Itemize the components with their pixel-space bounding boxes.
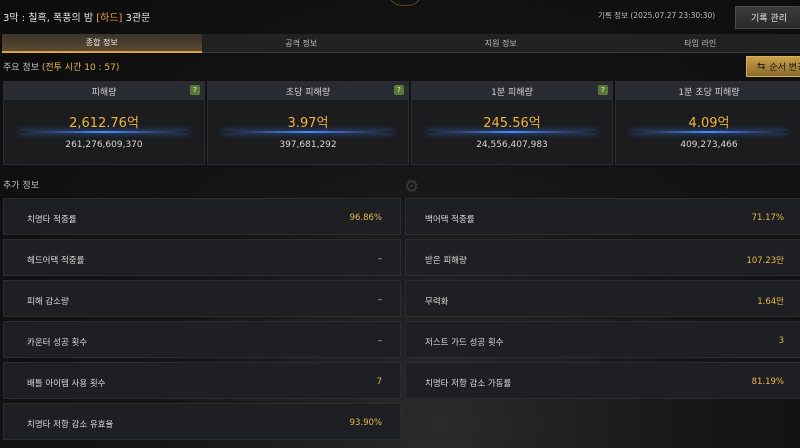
stat-row: 배틀 아이템 사용 횟수 7 — [3, 362, 401, 399]
stat-value: 81.19% — [751, 377, 784, 387]
stat-row: 무력화 1.64만 — [405, 280, 800, 317]
card-title: 피해량 — [91, 87, 117, 98]
card-title: 1분 피해량 — [491, 87, 533, 98]
difficulty-label: [하드] — [96, 13, 123, 24]
stat-label: 헤드어택 적중률 — [27, 256, 85, 266]
card-value: 245.56억 — [483, 116, 541, 131]
stat-label: 치명타 저항 감소 유효율 — [27, 420, 114, 430]
stat-card-damage: 피해량 ? 2,612.76억 261,276,609,370 — [3, 81, 205, 165]
stat-row: 백어택 적중률 71.17% — [405, 198, 800, 235]
stat-row: 저스트 가드 성공 횟수 3 — [405, 321, 800, 358]
extra-info-label: 추가 정보 — [3, 181, 39, 191]
top-bar: 3막 : 칠흑, 폭풍의 밤 [하드] 3관문 기록 정보 (2025.07.2… — [0, 0, 800, 31]
card-detail: 24,556,407,983 — [476, 140, 548, 150]
stat-row: 받은 피해량 107.23만 — [405, 239, 800, 276]
battle-time: (전투 시간 10 : 57) — [41, 63, 120, 73]
question-icon[interactable]: ? — [598, 85, 608, 95]
stat-row: 헤드어택 적중률 – — [3, 239, 401, 276]
tab-timeline[interactable]: 타임 라인 — [600, 34, 800, 53]
stat-label: 저스트 가드 성공 횟수 — [425, 338, 504, 348]
card-title: 1분 초당 피해량 — [678, 87, 740, 98]
stat-label: 받은 피해량 — [425, 256, 467, 266]
stat-card-dps: 초당 피해량 ? 3.97억 397,681,292 — [207, 81, 409, 165]
glow-line — [631, 131, 787, 133]
card-detail: 397,681,292 — [279, 140, 337, 150]
order-change-button[interactable]: ⇆ 순서 변경 — [746, 56, 800, 77]
stat-value: 93.90% — [349, 418, 382, 428]
stat-value: 1.64만 — [757, 297, 784, 307]
stat-label: 카운터 성공 횟수 — [27, 338, 88, 348]
stat-label: 치명타 적중률 — [27, 215, 77, 225]
question-icon[interactable]: ? — [394, 85, 404, 95]
stat-value: – — [377, 254, 382, 264]
raid-title: 3막 : 칠흑, 폭풍의 밤 [하드] 3관문 — [3, 9, 150, 24]
card-detail: 409,273,466 — [680, 140, 738, 150]
question-icon[interactable]: ? — [190, 85, 200, 95]
glow-line — [19, 131, 189, 133]
stat-value: 7 — [376, 377, 382, 387]
swap-icon: ⇆ — [757, 61, 766, 72]
stat-value: – — [377, 336, 382, 346]
raid-name: 3막 : 칠흑, 폭풍의 밤 — [3, 13, 94, 24]
card-value: 2,612.76억 — [69, 116, 139, 131]
stat-card-minute-dps: 1분 초당 피해량 4.09억 409,273,466 — [615, 81, 800, 165]
stat-value: 96.86% — [349, 213, 382, 223]
stat-row: 치명타 저항 감소 유효율 93.90% — [3, 403, 401, 440]
stat-value: – — [377, 295, 382, 305]
glow-line — [223, 131, 393, 133]
gear-icon: ⚙ — [404, 177, 420, 197]
stat-value: 71.17% — [751, 213, 784, 223]
stat-label: 백어택 적중률 — [425, 215, 475, 225]
tab-support[interactable]: 지원 정보 — [401, 34, 601, 53]
record-info: 기록 정보 (2025.07.27 23:30:30) — [598, 11, 716, 20]
stat-value: 107.23만 — [746, 256, 784, 266]
record-manage-button[interactable]: 기록 관리 — [735, 6, 800, 29]
stat-value: 3 — [778, 336, 784, 346]
gate-label: 3관문 — [125, 13, 151, 24]
card-value: 4.09억 — [688, 116, 730, 131]
stat-card-minute-damage: 1분 피해량 ? 245.56억 24,556,407,983 — [411, 81, 613, 165]
card-title: 초당 피해량 — [285, 87, 331, 98]
tab-bar: 종합 정보 공격 정보 지원 정보 타임 라인 — [2, 34, 800, 53]
tab-summary[interactable]: 종합 정보 — [2, 34, 202, 53]
card-detail: 261,276,609,370 — [65, 140, 143, 150]
order-change-label: 순서 변경 — [769, 63, 800, 73]
tab-attack[interactable]: 공격 정보 — [201, 34, 401, 53]
stat-label: 무력화 — [425, 297, 449, 307]
stat-label: 배틀 아이템 사용 횟수 — [27, 379, 106, 389]
stat-row: 카운터 성공 횟수 – — [3, 321, 401, 358]
stat-row: 치명타 적중률 96.86% — [3, 198, 401, 235]
main-info-heading: 주요 정보 (전투 시간 10 : 57) — [3, 60, 119, 73]
stat-label: 피해 감소량 — [27, 297, 69, 307]
card-value: 3.97억 — [287, 116, 329, 131]
stat-label: 치명타 저항 감소 가동률 — [425, 379, 512, 389]
stat-row: 피해 감소량 – — [3, 280, 401, 317]
crest-ornament — [388, 0, 422, 6]
stat-row: 치명타 저항 감소 가동률 81.19% — [405, 362, 800, 399]
main-info-label: 주요 정보 — [3, 63, 39, 73]
glow-line — [427, 131, 597, 133]
